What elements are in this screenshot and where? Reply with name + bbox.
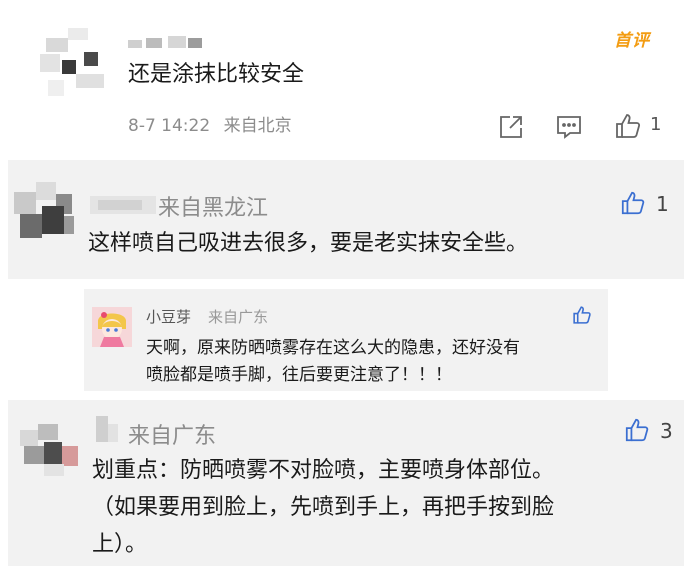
reply-username[interactable]: 小豆芽 bbox=[146, 306, 191, 327]
reply-location: 来自广东 bbox=[128, 424, 217, 449]
share-icon[interactable] bbox=[498, 114, 524, 140]
avatar[interactable] bbox=[40, 22, 112, 104]
reply-location: 来自黑龙江 bbox=[158, 196, 269, 221]
reply-block: 来自黑龙江 1 这样喷自己吸进去很多，要是老实抹安全些。 bbox=[8, 160, 684, 279]
username-obscured[interactable] bbox=[128, 36, 208, 48]
comment-icon[interactable] bbox=[556, 114, 582, 140]
like-count: 1 bbox=[656, 192, 669, 216]
avatar[interactable] bbox=[92, 307, 132, 347]
comment-date: 8-7 14:22 bbox=[128, 116, 211, 136]
reply-text-line: 天啊，原来防晒喷雾存在这么大的隐患，还好没有 bbox=[146, 338, 520, 358]
reply-location: 来自广东 bbox=[208, 308, 269, 326]
reply-text-line: 划重点：防晒喷雾不对脸喷，主要喷身体部位。 bbox=[92, 458, 555, 483]
like-count: 3 bbox=[660, 419, 673, 443]
comment-location: 来自北京 bbox=[223, 116, 292, 136]
like-icon[interactable] bbox=[572, 305, 592, 325]
reply-text: 划重点：防晒喷雾不对脸喷，主要喷身体部位。 （如果要用到脸上，先喷到手上，再把手… bbox=[92, 452, 678, 563]
username-obscured[interactable] bbox=[96, 416, 124, 444]
avatar[interactable] bbox=[20, 416, 84, 480]
first-comment-badge: 首评 bbox=[614, 31, 650, 51]
reply-text: 天啊，原来防晒喷雾存在这么大的隐患，还好没有 喷脸都是喷手脚，往后要更注意了！！… bbox=[146, 335, 596, 389]
reply-block: 来自广东 3 划重点：防晒喷雾不对脸喷，主要喷身体部位。 （如果要用到脸上，先喷… bbox=[8, 400, 684, 566]
like-icon[interactable] bbox=[624, 417, 650, 443]
reply-text-line: 喷脸都是喷手脚，往后要更注意了！！！ bbox=[146, 365, 452, 385]
reply-text-line: 上）。 bbox=[92, 532, 148, 557]
avatar[interactable] bbox=[14, 182, 78, 246]
comment-text: 还是涂抹比较安全 bbox=[128, 62, 305, 87]
like-icon[interactable] bbox=[620, 190, 646, 216]
like-icon[interactable] bbox=[614, 112, 641, 138]
reply-text-line: （如果要用到脸上，先喷到手上，再把手按到脸 bbox=[92, 495, 555, 520]
username-obscured[interactable] bbox=[90, 196, 156, 216]
reply-text: 这样喷自己吸进去很多，要是老实抹安全些。 bbox=[88, 231, 529, 256]
reply-card: 小豆芽 来自广东 天啊，原来防晒喷雾存在这么大的隐患，还好没有 喷脸都是喷手脚，… bbox=[84, 289, 608, 391]
like-count: 1 bbox=[650, 114, 662, 135]
comment-meta: 8-7 14:22 来自北京 bbox=[128, 114, 300, 138]
